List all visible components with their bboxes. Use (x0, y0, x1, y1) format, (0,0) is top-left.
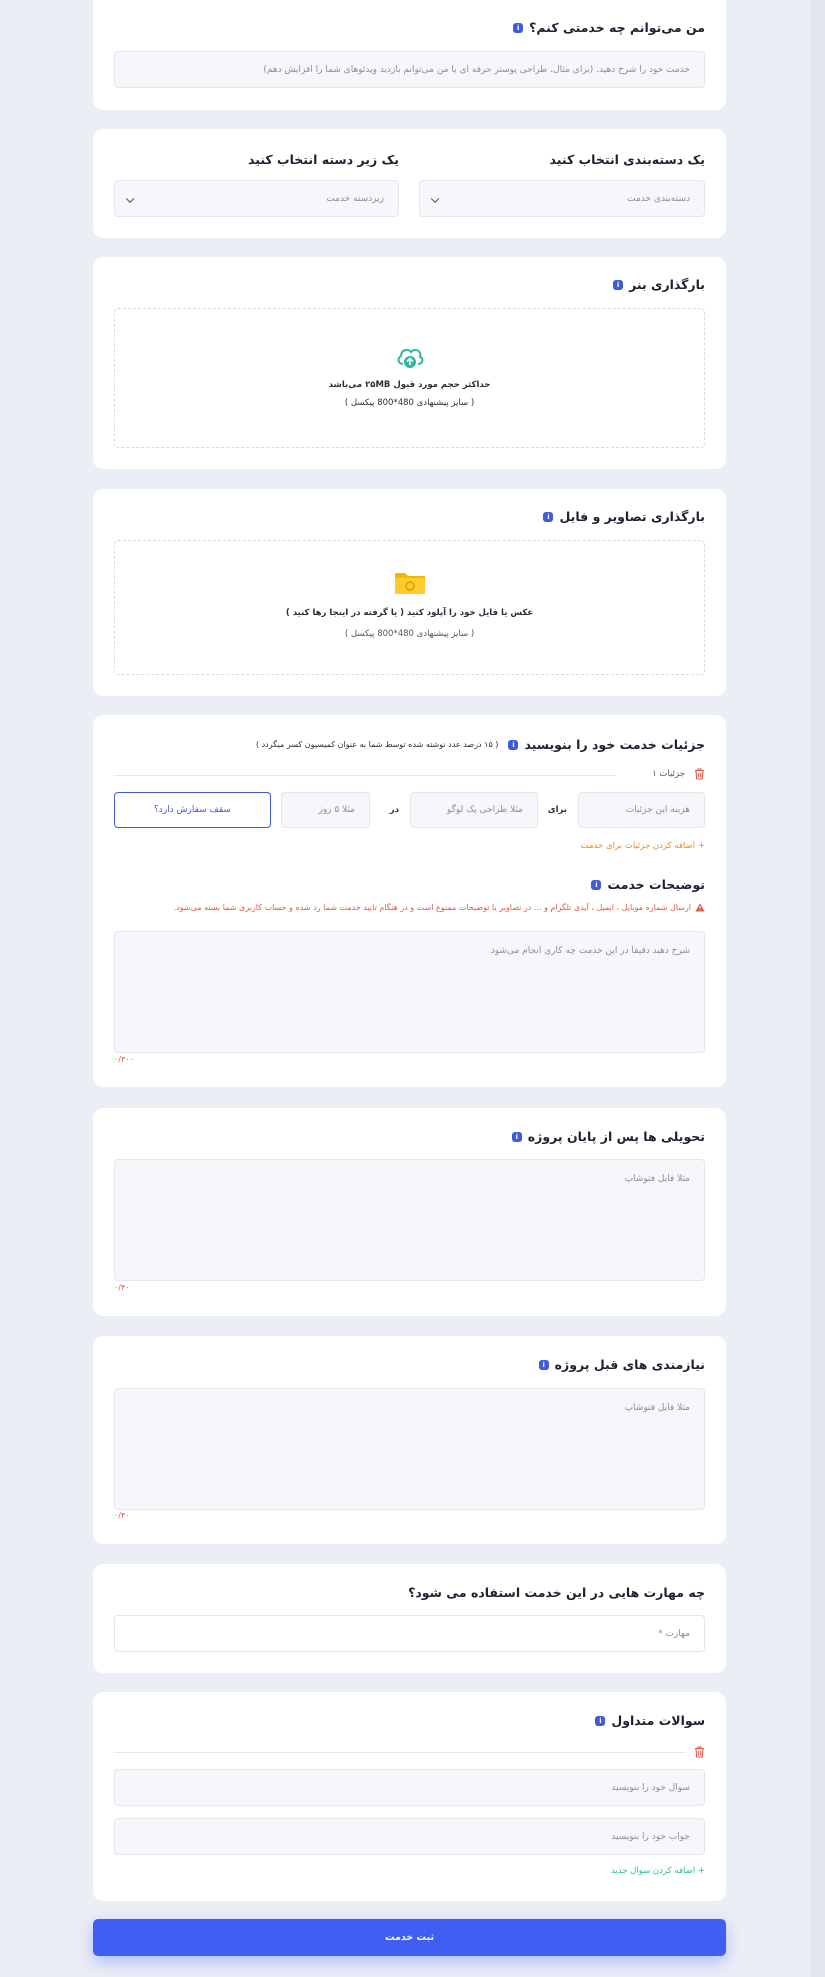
deliverables-label: تحویلی ها پس از پایان پروژه (527, 1129, 705, 1144)
chevron-down-icon (430, 193, 440, 203)
detail-in-label: در (389, 805, 399, 815)
details-card: جزئیات خدمت خود را بنویسید i ( ۱۵ درصد ع… (93, 715, 726, 1087)
info-icon[interactable]: i (508, 739, 519, 750)
deliverables-heading: تحویلی ها پس از پایان پروژه i (511, 1129, 705, 1144)
service-title-input[interactable]: خدمت خود را شرح دهید. (برای مثال، طراحی … (114, 51, 705, 88)
files-upload-card: بارگذاری تصاویر و فایل i عکس یا فایل خود… (93, 489, 726, 696)
deliverables-card: تحویلی ها پس از پایان پروژه i مثلا فایل … (93, 1108, 726, 1316)
trash-icon[interactable] (694, 768, 705, 780)
category-select-value: دسته‌بندی خدمت (627, 193, 690, 204)
banner-upload-heading: بارگذاری بنر i (613, 277, 705, 292)
faq-heading: سوالات متداول i (595, 1713, 705, 1728)
files-dimension-note: ( سایز پیشنهادی 480*800 پیکسل ) (344, 629, 475, 639)
folder-icon (395, 573, 425, 594)
requirements-counter: ۰/۴۰ (114, 1511, 130, 1520)
skills-label: چه مهارت هایی در این خدمت استفاده می شود… (408, 1585, 705, 1600)
detail-for-label: برای (547, 805, 567, 815)
faq-divider (114, 1752, 686, 1753)
details-label: جزئیات خدمت خود را بنویسید (524, 737, 705, 752)
files-dropzone[interactable]: عکس یا فایل خود را آپلود کنید ( یا گرفته… (114, 540, 705, 675)
subcategory-select-value: زیردسته خدمت (326, 193, 384, 204)
submit-service-button[interactable]: ثبت خدمت (93, 1919, 726, 1956)
info-icon[interactable]: i (511, 1131, 522, 1142)
faq-card: سوالات متداول i سوال خود را بنویسید جواب… (93, 1692, 726, 1901)
category-card: یک دسته‌بندی انتخاب کنید یک زیر دسته انت… (93, 129, 726, 238)
files-upload-heading: بارگذاری تصاویر و فایل i (543, 509, 705, 524)
description-label: توضیحات خدمت (607, 877, 705, 892)
description-warning-text: ارسال شماره موبایل ، ایمیل ، آیدی تلگرام… (173, 903, 691, 912)
info-icon[interactable]: i (595, 1715, 606, 1726)
details-item-label: جزئیات ۱ (652, 769, 685, 779)
banner-upload-label: بارگذاری بنر (629, 277, 705, 292)
detail-days-input[interactable]: مثلا ۵ روز (281, 792, 370, 828)
category-select[interactable]: دسته‌بندی خدمت (419, 180, 705, 217)
subcategory-label: یک زیر دسته انتخاب کنید (248, 152, 399, 167)
skills-input[interactable]: مهارت * (114, 1615, 705, 1652)
cloud-upload-icon (397, 348, 424, 368)
details-commission-note: ( ۱۵ درصد عدد نوشته شده توسط شما به عنوا… (255, 740, 499, 749)
requirements-textarea[interactable]: مثلا فایل فتوشاپ (114, 1388, 705, 1510)
requirements-heading: نیازمندی های قبل پروژه i (538, 1357, 705, 1372)
details-divider (114, 775, 616, 776)
banner-dropzone[interactable]: حداکثر حجم مورد قبول ۲۵MB می‌باشد ( سایز… (114, 308, 705, 448)
subcategory-select[interactable]: زیردسته خدمت (114, 180, 399, 217)
requirements-card: نیازمندی های قبل پروژه i مثلا فایل فتوشا… (93, 1336, 726, 1544)
description-counter: ۰/۳۰۰ (114, 1055, 134, 1064)
requirements-label: نیازمندی های قبل پروژه (554, 1357, 705, 1372)
description-warning: ارسال شماره موبایل ، ایمیل ، آیدی تلگرام… (174, 903, 705, 912)
trash-icon[interactable] (694, 1746, 705, 1758)
faq-answer-input[interactable]: جواب خود را بنویسید (114, 1818, 705, 1855)
deliverables-counter: ۰/۴۰ (114, 1283, 130, 1292)
category-label: یک دسته‌بندی انتخاب کنید (549, 152, 705, 167)
banner-dimension-note: ( سایز پیشنهادی 480*800 پیکسل ) (344, 398, 475, 408)
detail-title-input[interactable]: مثلا طراحی یک لوگو (410, 792, 538, 828)
add-detail-link[interactable]: + اضافه کردن جزئیات برای خدمت (581, 841, 705, 851)
info-icon[interactable]: i (538, 1359, 549, 1370)
service-title-label: من می‌توانم چه خدمتی کنم؟ (529, 20, 705, 35)
info-icon[interactable]: i (543, 511, 554, 522)
faq-question-input[interactable]: سوال خود را بنویسید (114, 1769, 705, 1806)
page-edge-strip (811, 0, 825, 1977)
service-title-card: من می‌توانم چه خدمتی کنم؟ i خدمت خود را … (93, 0, 726, 110)
skills-card: چه مهارت هایی در این خدمت استفاده می شود… (93, 1564, 726, 1673)
warning-icon (695, 903, 705, 912)
faq-label: سوالات متداول (611, 1713, 705, 1728)
info-icon[interactable]: i (513, 22, 524, 33)
banner-size-note: حداکثر حجم مورد قبول ۲۵MB می‌باشد (328, 380, 491, 390)
info-icon[interactable]: i (591, 879, 602, 890)
deliverables-textarea[interactable]: مثلا فایل فتوشاپ (114, 1159, 705, 1281)
service-title-heading: من می‌توانم چه خدمتی کنم؟ i (513, 20, 705, 35)
order-cap-button[interactable]: سقف سفارش دارد؟ (114, 792, 271, 828)
files-upload-instruction: عکس یا فایل خود را آپلود کنید ( یا گرفته… (285, 608, 534, 618)
info-icon[interactable]: i (613, 279, 624, 290)
chevron-down-icon (125, 193, 135, 203)
add-question-link[interactable]: + اضافه کردن سوال جدید (611, 1866, 705, 1876)
description-heading: توضیحات خدمت i (591, 877, 705, 892)
detail-cost-input[interactable]: هزینه این جزئیات (578, 792, 705, 828)
banner-upload-card: بارگذاری بنر i حداکثر حجم مورد قبول ۲۵MB… (93, 257, 726, 469)
description-textarea[interactable]: شرح دهید دقیقا در این خدمت چه کاری انجام… (114, 931, 705, 1053)
details-heading: جزئیات خدمت خود را بنویسید i ( ۱۵ درصد ع… (256, 737, 705, 752)
files-upload-label: بارگذاری تصاویر و فایل (559, 509, 705, 524)
